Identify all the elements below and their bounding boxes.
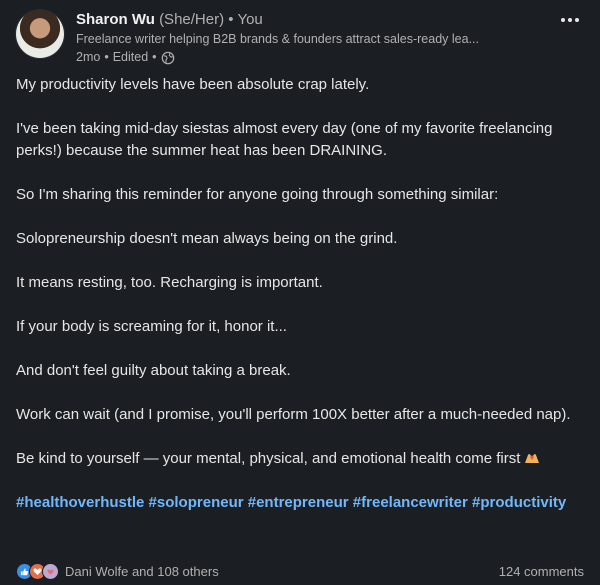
author-meta: Sharon Wu (She/Her) • You Freelance writ… bbox=[76, 10, 524, 66]
avatar[interactable] bbox=[16, 10, 64, 58]
globe-icon bbox=[161, 51, 174, 64]
hashtags: #healthoverhustle #solopreneur #entrepre… bbox=[16, 492, 584, 514]
post-card: Sharon Wu (She/Her) • You Freelance writ… bbox=[0, 0, 600, 585]
hashtag-link[interactable]: #entrepreneur bbox=[248, 494, 349, 511]
post-age: 2mo bbox=[76, 50, 101, 64]
post-paragraph: So I'm sharing this reminder for anyone … bbox=[16, 186, 499, 203]
reaction-icons[interactable] bbox=[16, 562, 59, 580]
author-name-line: Sharon Wu (She/Her) • You bbox=[76, 10, 524, 29]
separator-dot: • bbox=[152, 50, 157, 64]
edited-label: Edited bbox=[112, 50, 149, 64]
post-paragraph: My productivity levels have been absolut… bbox=[16, 76, 370, 93]
social-counts: Dani Wolfe and 108 others 124 comments bbox=[16, 560, 584, 582]
post-paragraph: If your body is screaming for it, honor … bbox=[16, 318, 287, 335]
separator-dot: • bbox=[104, 50, 109, 64]
post-paragraph-last: Be kind to yourself — your mental, physi… bbox=[16, 448, 584, 470]
post-paragraph: And don't feel guilty about taking a bre… bbox=[16, 362, 291, 379]
hashtag-link[interactable]: #solopreneur bbox=[149, 494, 244, 511]
post-body: My productivity levels have been absolut… bbox=[16, 74, 584, 514]
hands-heart-icon bbox=[525, 454, 540, 463]
post-paragraph: Solopreneurship doesn't mean always bein… bbox=[16, 230, 398, 247]
more-options-icon[interactable] bbox=[556, 12, 584, 28]
post-paragraph: Work can wait (and I promise, you'll per… bbox=[16, 406, 571, 423]
reactors-text[interactable]: Dani Wolfe and 108 others bbox=[65, 564, 219, 579]
separator-dot: • bbox=[228, 11, 234, 28]
author-headline: Freelance writer helping B2B brands & fo… bbox=[76, 32, 479, 46]
author-pronouns: (She/Her) bbox=[159, 11, 225, 28]
relation-label: You bbox=[237, 11, 263, 28]
hashtag-link[interactable]: #freelancewriter bbox=[353, 494, 468, 511]
post-header: Sharon Wu (She/Her) • You Freelance writ… bbox=[16, 10, 584, 66]
support-icon bbox=[42, 562, 59, 580]
comments-count[interactable]: 124 comments bbox=[499, 564, 584, 579]
post-paragraph: Be kind to yourself — your mental, physi… bbox=[16, 450, 521, 467]
hashtag-link[interactable]: #healthoverhustle bbox=[16, 494, 144, 511]
hashtag-link[interactable]: #productivity bbox=[472, 494, 566, 511]
author-name[interactable]: Sharon Wu bbox=[76, 11, 155, 28]
post-paragraph: I've been taking mid-day siestas almost … bbox=[16, 120, 553, 159]
post-paragraph: It means resting, too. Recharging is imp… bbox=[16, 274, 323, 291]
post-timestamp-line: 2mo • Edited • bbox=[76, 49, 524, 66]
